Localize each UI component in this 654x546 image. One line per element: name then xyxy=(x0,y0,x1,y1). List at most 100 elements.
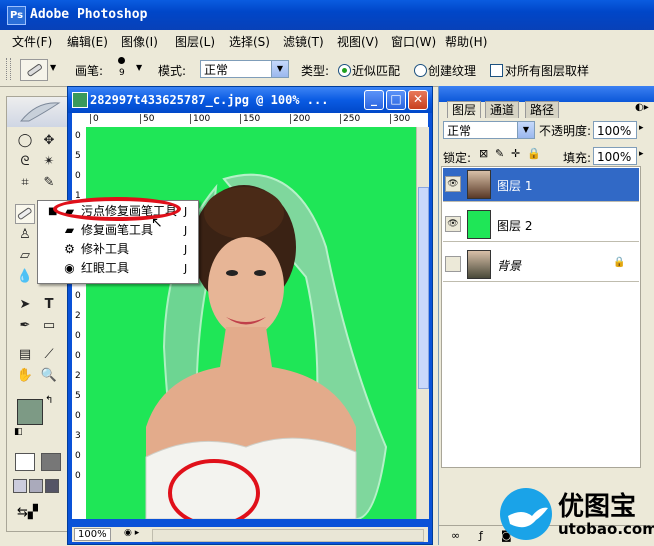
flyout-item-red-eye[interactable]: ◉ 红眼工具 J xyxy=(38,259,196,278)
fill-value: 100% xyxy=(597,150,632,164)
flyout-item-healing-brush[interactable]: ▰ 修复画笔工具 J xyxy=(38,221,196,240)
eyedropper-tool-icon[interactable]: ⟋ xyxy=(39,345,59,365)
notes-tool-icon[interactable]: ▤ xyxy=(15,345,35,365)
hand-tool-icon[interactable]: ✋ xyxy=(15,366,35,386)
toolbox-header[interactable] xyxy=(7,97,67,127)
path-selection-icon[interactable]: ➤ xyxy=(15,295,35,315)
flyout-shortcut: J xyxy=(184,262,188,275)
menu-help[interactable]: 帮助(H) xyxy=(445,33,487,50)
panel-header[interactable] xyxy=(439,86,654,102)
standard-mode-icon[interactable] xyxy=(15,453,35,471)
layer-row[interactable]: 背景 🔒 xyxy=(443,248,639,282)
menu-edit[interactable]: 编辑(E) xyxy=(67,33,108,50)
foreground-color-swatch[interactable] xyxy=(17,399,43,425)
layer-thumbnail xyxy=(467,210,491,239)
eye-icon[interactable]: 👁 xyxy=(445,176,461,192)
move-tool-icon[interactable]: ✥ xyxy=(39,131,59,151)
type-tool-icon[interactable]: T xyxy=(39,295,59,315)
zoom-tool-icon[interactable]: 🔍 xyxy=(39,366,59,386)
document-window: 282997t433625787_c.jpg @ 100% ... _ □ ✕ … xyxy=(67,86,433,545)
eye-icon[interactable]: 👁 xyxy=(445,216,461,232)
lock-label: 锁定: xyxy=(443,151,472,165)
marquee-tool-icon[interactable]: ◯ xyxy=(15,131,35,151)
vertical-scrollbar[interactable] xyxy=(416,127,429,519)
menu-file[interactable]: 文件(F) xyxy=(12,33,52,50)
visibility-off-icon[interactable] xyxy=(445,256,461,272)
tab-channels[interactable]: 通道 xyxy=(485,101,520,118)
close-button[interactable]: ✕ xyxy=(408,90,428,110)
preset-dropdown-arrow[interactable]: ▼ xyxy=(50,63,56,72)
menu-window[interactable]: 窗口(W) xyxy=(391,33,436,50)
eraser-tool-icon[interactable]: ▱ xyxy=(15,246,35,266)
tab-layers[interactable]: 图层 xyxy=(447,101,482,118)
layer-row[interactable]: 👁 图层 1 xyxy=(443,168,639,202)
lock-icon: 🔒 xyxy=(613,257,626,268)
options-grip[interactable] xyxy=(6,58,11,80)
opacity-arrow-icon[interactable]: ▸ xyxy=(639,123,644,133)
type-proximity-radio[interactable] xyxy=(338,64,351,77)
tool-preset-picker[interactable] xyxy=(20,59,48,81)
ruler-tick-label: 0 xyxy=(75,131,81,141)
default-colors-icon[interactable]: ◧ xyxy=(14,427,23,437)
crop-tool-icon[interactable]: ⌗ xyxy=(15,173,35,193)
fill-arrow-icon[interactable]: ▸ xyxy=(639,149,644,159)
layer-row[interactable]: 👁 图层 2 xyxy=(443,208,639,242)
lock-paint-icon[interactable]: ✎ xyxy=(495,147,504,160)
layer-name: 背景 xyxy=(497,259,522,273)
layer-style-icon[interactable]: ƒ xyxy=(479,529,483,542)
pen-tool-icon[interactable]: ✒ xyxy=(15,316,35,336)
app-title-bar: Ps Adobe Photoshop xyxy=(0,0,654,30)
brush-picker[interactable]: 9 xyxy=(114,55,134,83)
quick-mask-icon[interactable] xyxy=(41,453,61,471)
ruler-tick-label: 3 xyxy=(75,431,81,441)
bird-logo-icon xyxy=(500,488,552,540)
shape-tool-icon[interactable]: ▭ xyxy=(39,316,59,336)
clone-stamp-icon[interactable]: ♙ xyxy=(15,225,35,245)
layer-name: 图层 2 xyxy=(497,219,533,233)
tab-paths[interactable]: 路径 xyxy=(525,101,560,118)
lock-transparency-icon[interactable]: ⊠ xyxy=(479,147,488,160)
image-canvas[interactable] xyxy=(86,127,416,519)
maximize-button[interactable]: □ xyxy=(386,90,406,110)
magic-wand-icon[interactable]: ✴ xyxy=(39,152,59,172)
ruler-tick-label: 0 xyxy=(75,171,81,181)
swap-colors-icon[interactable]: ↰ xyxy=(45,395,53,406)
menu-select[interactable]: 选择(S) xyxy=(229,33,270,50)
type-texture-radio[interactable] xyxy=(414,64,427,77)
document-title-bar[interactable]: 282997t433625787_c.jpg @ 100% ... _ □ ✕ xyxy=(68,87,432,113)
blend-mode-select[interactable]: 正常 ▼ xyxy=(443,121,535,139)
menu-view[interactable]: 视图(V) xyxy=(337,33,379,50)
blend-mode-value: 正常 xyxy=(447,124,472,138)
lock-all-icon[interactable]: 🔒 xyxy=(527,147,541,160)
link-icon[interactable]: ∞ xyxy=(451,529,460,542)
flyout-item-patch[interactable]: ⚙ 修补工具 J xyxy=(38,240,196,259)
menu-layer[interactable]: 图层(L) xyxy=(175,33,215,50)
lasso-tool-icon[interactable]: ᘓ xyxy=(15,152,35,172)
screen-mode-full-icon[interactable] xyxy=(45,479,59,493)
healing-brush-tool-icon[interactable] xyxy=(15,204,35,224)
menu-bar: 文件(F) 编辑(E) 图像(I) 图层(L) 选择(S) 滤镜(T) 视图(V… xyxy=(0,30,654,53)
menu-filter[interactable]: 滤镜(T) xyxy=(283,33,324,50)
menu-image[interactable]: 图像(I) xyxy=(121,33,158,50)
minimize-button[interactable]: _ xyxy=(364,90,384,110)
blur-tool-icon[interactable]: 💧 xyxy=(15,267,35,287)
flyout-shortcut: J xyxy=(184,243,188,256)
vertical-ruler: 050100150200250300 xyxy=(72,127,87,519)
mode-select[interactable]: 正常 ▼ xyxy=(200,60,289,78)
jump-to-imageready-icon[interactable]: ⇆▞ xyxy=(17,505,38,520)
horizontal-scrollbar[interactable] xyxy=(152,529,424,542)
fill-input[interactable]: 100% xyxy=(593,147,637,165)
panel-menu-icon[interactable]: ◐▸ xyxy=(635,102,649,113)
screen-mode-standard-icon[interactable] xyxy=(13,479,27,493)
zoom-level[interactable]: 100% xyxy=(74,528,111,541)
opacity-input[interactable]: 100% xyxy=(593,121,637,139)
lock-move-icon[interactable]: ✛ xyxy=(511,147,520,160)
sample-all-layers-checkbox[interactable] xyxy=(490,64,503,77)
photoshop-app-icon: Ps xyxy=(7,6,26,25)
status-arrow-icon[interactable]: ◉ ▸ xyxy=(124,528,139,538)
slice-tool-icon[interactable]: ✎ xyxy=(39,173,59,193)
screen-mode-full-menu-icon[interactable] xyxy=(29,479,43,493)
brand-name: 优图宝 xyxy=(558,492,637,522)
scroll-thumb[interactable] xyxy=(418,187,429,389)
brush-dropdown-arrow[interactable]: ▼ xyxy=(136,63,142,72)
